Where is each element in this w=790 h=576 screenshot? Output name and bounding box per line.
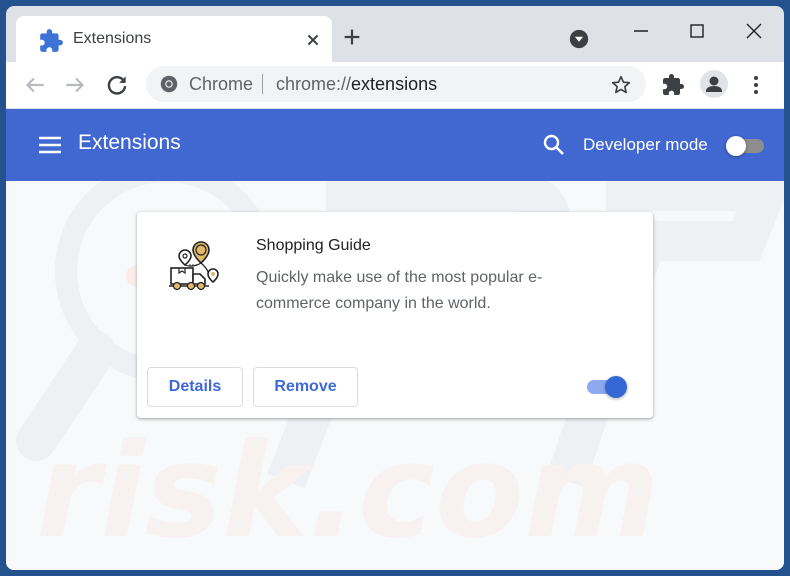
page-title: Extensions xyxy=(78,131,181,154)
new-tab-icon[interactable] xyxy=(341,26,363,48)
extension-card: Shopping Guide Quickly make use of the m… xyxy=(137,212,653,418)
close-tab-icon[interactable] xyxy=(302,29,324,51)
hamburger-menu-icon[interactable] xyxy=(38,135,62,155)
developer-mode-toggle[interactable] xyxy=(724,135,766,157)
extensions-header: Extensions Developer mode xyxy=(6,109,784,181)
chrome-logo-icon xyxy=(160,75,178,93)
tab-extensions[interactable]: Extensions xyxy=(16,16,332,67)
url-scheme: chrome:// xyxy=(276,74,352,94)
bookmark-star-icon[interactable] xyxy=(610,74,632,96)
extension-description: Quickly make use of the most popular e-c… xyxy=(256,269,543,312)
reload-icon[interactable] xyxy=(104,72,130,98)
kebab-menu-icon[interactable] xyxy=(746,74,766,96)
remove-button[interactable]: Remove xyxy=(253,367,358,407)
url-text[interactable]: chrome://extensions xyxy=(276,74,437,95)
extensions-puzzle-icon[interactable] xyxy=(661,73,685,97)
details-button[interactable]: Details xyxy=(147,367,243,407)
profile-avatar-button[interactable] xyxy=(700,70,728,98)
maximize-icon[interactable] xyxy=(682,16,712,46)
extensions-content: risk.com Shopping Guide Quickly make use… xyxy=(6,181,784,570)
omnibox-divider xyxy=(262,74,263,94)
search-icon[interactable] xyxy=(542,133,566,157)
url-host: extensions xyxy=(351,74,438,94)
toolbar: Chrome chrome://extensions xyxy=(6,62,784,108)
watermark-text: risk.com xyxy=(36,415,660,567)
toggle-knob xyxy=(605,376,627,398)
minimize-icon[interactable] xyxy=(626,16,656,46)
browser-window: Extensions Chrome chrome://extensions Ex… xyxy=(6,6,784,570)
site-chip: Chrome xyxy=(189,74,254,94)
extension-enable-toggle[interactable] xyxy=(585,375,631,399)
back-arrow-icon[interactable] xyxy=(22,72,48,98)
toggle-knob xyxy=(726,136,746,156)
tab-title: Extensions xyxy=(73,30,152,47)
forward-arrow-icon[interactable] xyxy=(62,72,88,98)
close-window-icon[interactable] xyxy=(739,16,769,46)
developer-mode-label: Developer mode xyxy=(583,135,708,154)
address-bar[interactable]: Chrome chrome://extensions xyxy=(146,66,646,102)
shopping-delivery-icon xyxy=(169,241,219,291)
puzzle-piece-icon xyxy=(40,29,63,52)
profile-avatar-icon xyxy=(706,76,722,92)
tab-search-icon[interactable] xyxy=(568,28,590,50)
extension-name: Shopping Guide xyxy=(256,237,371,254)
